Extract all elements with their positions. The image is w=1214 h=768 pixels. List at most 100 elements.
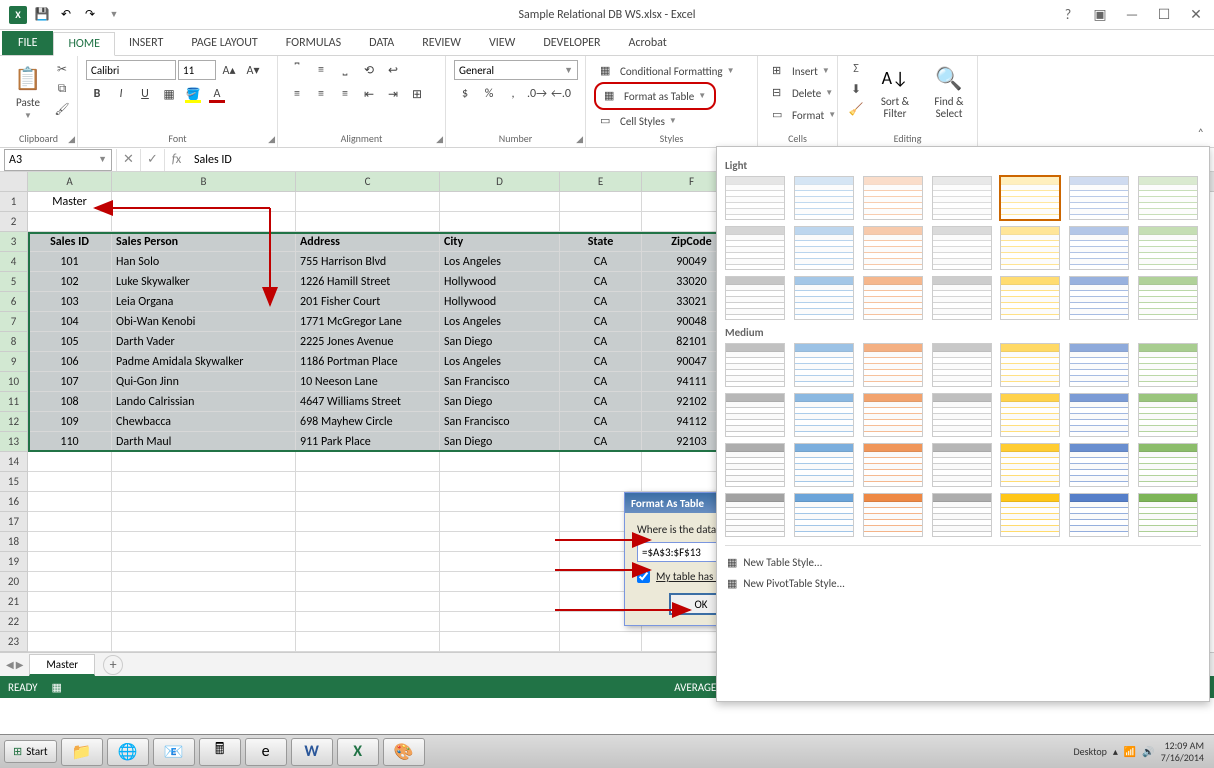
cell[interactable] xyxy=(560,632,642,652)
cell[interactable] xyxy=(296,592,440,612)
increase-indent-icon[interactable]: ⇥ xyxy=(382,84,404,104)
font-size-input[interactable] xyxy=(178,60,216,80)
clipboard-launcher-icon[interactable]: ◢ xyxy=(68,134,75,145)
row-header[interactable]: 4 xyxy=(0,252,28,272)
tab-insert[interactable]: INSERT xyxy=(115,31,177,55)
alignment-launcher-icon[interactable]: ◢ xyxy=(436,134,443,145)
table-style-swatch[interactable] xyxy=(1000,176,1060,220)
table-style-swatch[interactable] xyxy=(725,393,785,437)
cell[interactable]: Los Angeles xyxy=(440,252,560,272)
col-header-e[interactable]: E xyxy=(560,172,642,191)
table-style-swatch[interactable] xyxy=(932,226,992,270)
col-header-c[interactable]: C xyxy=(296,172,440,191)
tray-clock[interactable]: 12:09 AM7/16/2014 xyxy=(1161,740,1204,764)
accounting-icon[interactable]: $ xyxy=(454,84,476,104)
select-all-triangle[interactable] xyxy=(0,172,28,191)
cell[interactable] xyxy=(296,452,440,472)
table-style-swatch[interactable] xyxy=(932,393,992,437)
table-style-swatch[interactable] xyxy=(932,493,992,537)
row-header[interactable]: 6 xyxy=(0,292,28,312)
row-header[interactable]: 22 xyxy=(0,612,28,632)
cell[interactable] xyxy=(560,472,642,492)
cell[interactable] xyxy=(440,592,560,612)
table-style-swatch[interactable] xyxy=(863,493,923,537)
tray-volume-icon[interactable]: 🔊 xyxy=(1142,745,1154,758)
task-explorer-icon[interactable]: 📁 xyxy=(61,738,103,766)
borders-icon[interactable]: ▦ xyxy=(158,84,180,104)
cell[interactable]: Lando Calrissian xyxy=(112,392,296,412)
cell[interactable] xyxy=(440,572,560,592)
cell[interactable] xyxy=(440,612,560,632)
table-style-swatch[interactable] xyxy=(863,226,923,270)
cell[interactable]: Darth Vader xyxy=(112,332,296,352)
table-style-swatch[interactable] xyxy=(725,493,785,537)
align-middle-icon[interactable]: ≡ xyxy=(310,60,332,80)
cell[interactable] xyxy=(112,192,296,212)
cell[interactable]: 103 xyxy=(28,292,112,312)
number-format-select[interactable]: General▼ xyxy=(454,60,578,80)
cell[interactable] xyxy=(28,212,112,232)
enter-formula-icon[interactable]: ✓ xyxy=(140,149,164,171)
shrink-font-icon[interactable]: A▾ xyxy=(242,60,264,80)
table-style-swatch[interactable] xyxy=(863,176,923,220)
font-color-icon[interactable]: A xyxy=(206,84,228,104)
merge-center-icon[interactable]: ⊞ xyxy=(406,84,428,104)
cell[interactable] xyxy=(296,212,440,232)
cell[interactable] xyxy=(440,492,560,512)
cell[interactable]: Hollywood xyxy=(440,292,560,312)
table-style-swatch[interactable] xyxy=(1138,493,1198,537)
row-header[interactable]: 14 xyxy=(0,452,28,472)
table-style-swatch[interactable] xyxy=(725,226,785,270)
cell[interactable]: Chewbacca xyxy=(112,412,296,432)
format-cells-button[interactable]: ▭Format▼ xyxy=(766,104,842,126)
maximize-icon[interactable]: ☐ xyxy=(1152,5,1176,25)
row-header[interactable]: 18 xyxy=(0,532,28,552)
macro-record-icon[interactable]: ▦ xyxy=(52,681,62,694)
collapse-ribbon-icon[interactable]: ˄ xyxy=(1198,127,1204,141)
cell[interactable] xyxy=(112,612,296,632)
table-style-swatch[interactable] xyxy=(794,343,854,387)
orientation-icon[interactable]: ⟲ xyxy=(358,60,380,80)
tab-file[interactable]: FILE xyxy=(2,31,53,55)
task-chrome-icon[interactable]: 🌐 xyxy=(107,738,149,766)
fill-icon[interactable]: ⬇ xyxy=(846,80,866,98)
bold-button[interactable]: B xyxy=(86,84,108,104)
cell[interactable] xyxy=(296,192,440,212)
row-header[interactable]: 19 xyxy=(0,552,28,572)
cell[interactable] xyxy=(296,632,440,652)
cell[interactable] xyxy=(440,452,560,472)
table-style-swatch[interactable] xyxy=(1138,343,1198,387)
align-center-icon[interactable]: ≡ xyxy=(310,84,332,104)
cell[interactable]: 2225 Jones Avenue xyxy=(296,332,440,352)
increase-decimal-icon[interactable]: .0→ xyxy=(526,84,548,104)
table-style-swatch[interactable] xyxy=(1000,443,1060,487)
ribbon-options-icon[interactable]: ▣ xyxy=(1088,5,1112,25)
row-header[interactable]: 5 xyxy=(0,272,28,292)
cell[interactable] xyxy=(440,512,560,532)
cell[interactable]: 110 xyxy=(28,432,112,452)
cell[interactable] xyxy=(440,212,560,232)
table-style-swatch[interactable] xyxy=(863,276,923,320)
table-style-swatch[interactable] xyxy=(794,276,854,320)
autosum-icon[interactable]: Σ xyxy=(846,60,866,78)
cell[interactable] xyxy=(28,632,112,652)
cell[interactable]: 105 xyxy=(28,332,112,352)
tab-formulas[interactable]: FORMULAS xyxy=(272,31,355,55)
cell[interactable] xyxy=(112,552,296,572)
col-header-a[interactable]: A xyxy=(28,172,112,191)
cell[interactable] xyxy=(28,552,112,572)
table-style-swatch[interactable] xyxy=(794,176,854,220)
paste-button[interactable]: 📋 Paste ▼ xyxy=(8,60,48,123)
cell[interactable]: City xyxy=(440,232,560,252)
row-header[interactable]: 13 xyxy=(0,432,28,452)
cell[interactable]: 104 xyxy=(28,312,112,332)
cell[interactable]: CA xyxy=(560,312,642,332)
conditional-formatting-button[interactable]: ▦Conditional Formatting▼ xyxy=(594,60,741,82)
table-style-swatch[interactable] xyxy=(794,493,854,537)
row-header[interactable]: 20 xyxy=(0,572,28,592)
cell[interactable]: San Francisco xyxy=(440,412,560,432)
cell[interactable]: CA xyxy=(560,372,642,392)
cell[interactable]: San Diego xyxy=(440,332,560,352)
cell[interactable]: State xyxy=(560,232,642,252)
cell[interactable] xyxy=(112,212,296,232)
